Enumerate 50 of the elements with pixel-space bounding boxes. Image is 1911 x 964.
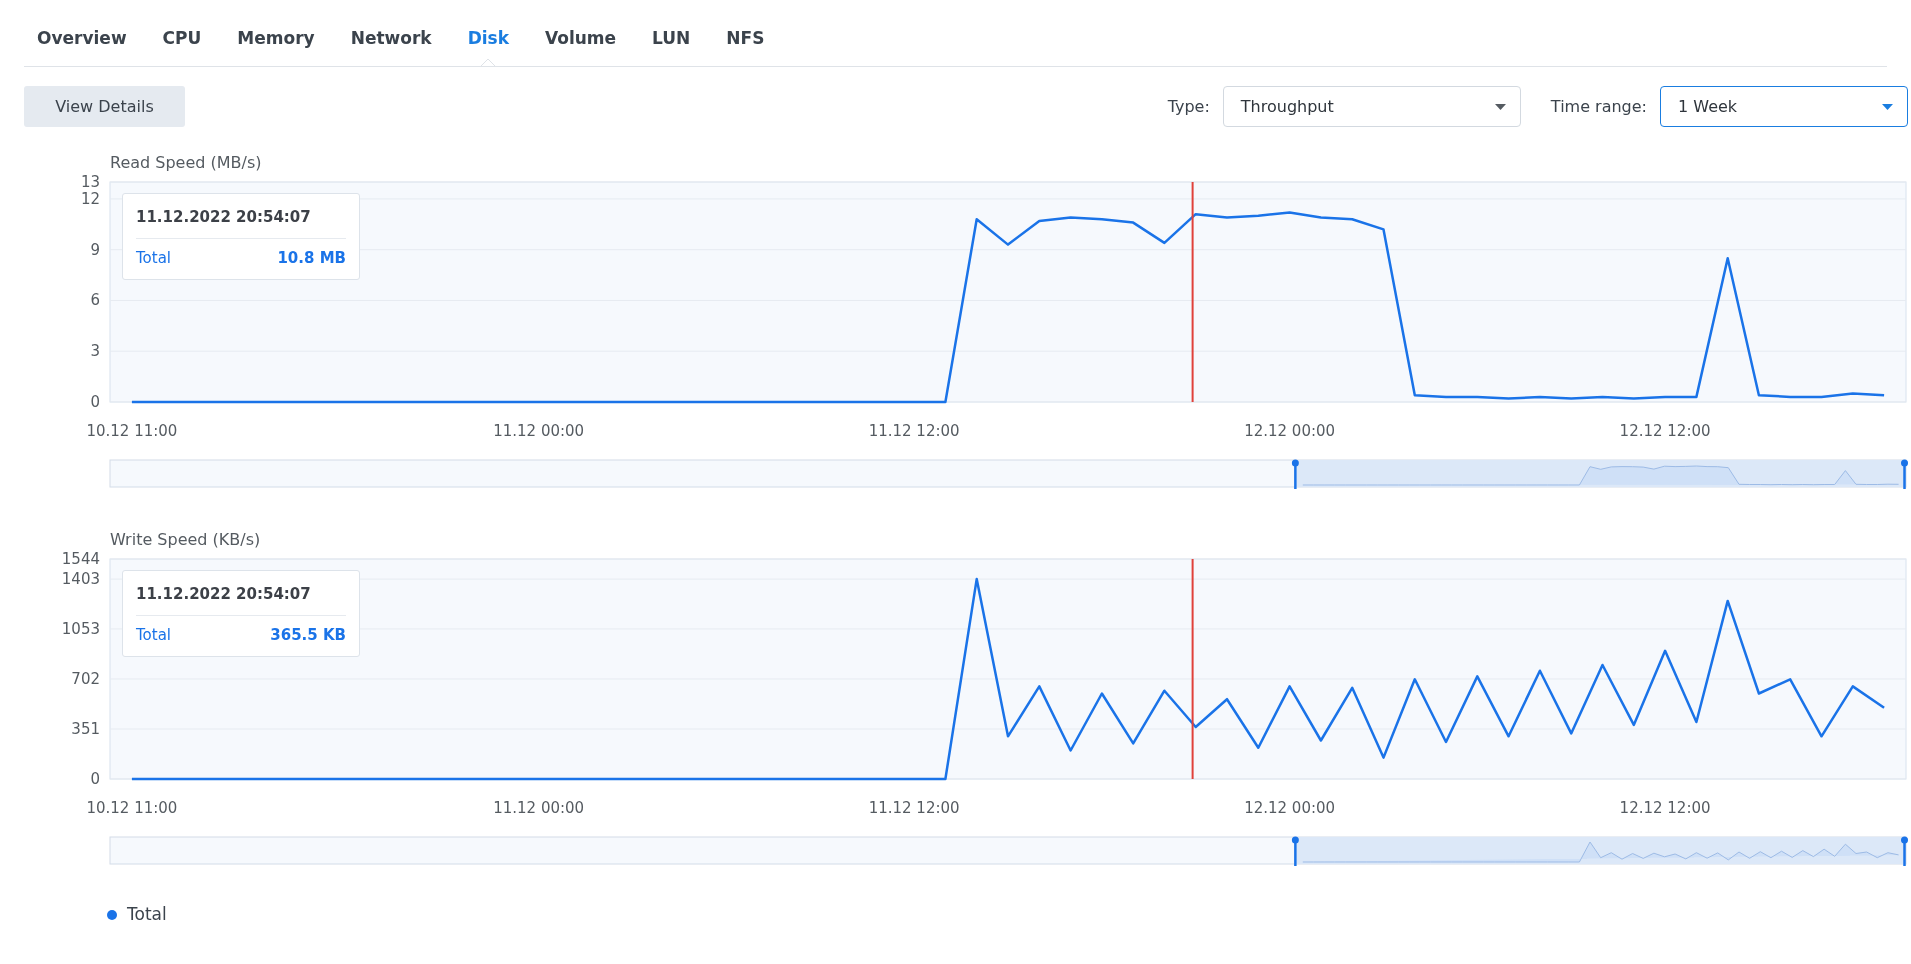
x-axis-label: 11.12 00:00 [493, 799, 585, 817]
legend-label: Total [127, 903, 167, 926]
y-axis-label: 3 [90, 342, 100, 361]
range-handle[interactable] [1901, 836, 1908, 866]
tooltip-time: 11.12.2022 20:54:07 [136, 206, 346, 239]
filter-label: Time range: [1550, 95, 1647, 118]
x-axis-label: 11.12 00:00 [493, 422, 585, 440]
caret-icon [1494, 103, 1506, 110]
x-axis-label: 10.12 11:00 [86, 422, 178, 440]
dropdown[interactable]: Throughput [1222, 86, 1521, 127]
x-axis-label: 12.12 12:00 [1619, 799, 1711, 817]
tab[interactable]: Overview [24, 0, 140, 66]
tooltip-label: Total [136, 624, 172, 646]
tab[interactable]: NFS [713, 0, 778, 66]
caret-icon [1882, 103, 1893, 110]
y-axis-label: 1403 [61, 570, 100, 589]
range-handle[interactable] [1291, 459, 1299, 489]
x-axis-label: 12.12 12:00 [1619, 422, 1711, 440]
x-axis-label: 10.12 11:00 [86, 799, 178, 817]
view-details-button[interactable]: View Details [24, 86, 185, 127]
y-axis-label: 6 [90, 291, 100, 310]
chart-title: Read Speed (MB/s) [110, 155, 262, 171]
y-axis-label: 13 [80, 174, 100, 191]
range-handle[interactable] [1901, 459, 1908, 489]
tooltip-value: 365.5 KB [270, 624, 346, 646]
tab[interactable]: Network [337, 0, 445, 66]
range-handle[interactable] [1291, 836, 1299, 866]
y-axis-label: 1544 [61, 551, 100, 568]
y-axis-label: 351 [71, 720, 100, 738]
chart-title: Write Speed (KB/s) [110, 532, 261, 548]
dropdown[interactable]: 1 Week [1660, 86, 1908, 127]
tooltip-time: 11.12.2022 20:54:07 [136, 583, 346, 616]
tooltip-label: Total [136, 247, 172, 269]
tab[interactable]: LUN [639, 0, 704, 66]
y-axis-label: 12 [80, 189, 100, 208]
y-axis-label: 1053 [61, 619, 100, 638]
tab[interactable]: CPU [149, 0, 215, 66]
y-axis-label: 0 [90, 770, 100, 788]
y-axis-label: 9 [90, 240, 100, 259]
x-axis-label: 12.12 00:00 [1244, 422, 1336, 440]
tab[interactable]: Disk [454, 0, 522, 66]
x-axis-label: 11.12 12:00 [868, 422, 960, 440]
tab[interactable]: Volume [532, 0, 630, 66]
tooltip-value: 10.8 MB [277, 247, 346, 269]
filter-label: Type: [1167, 95, 1210, 118]
tab[interactable]: Memory [224, 0, 328, 66]
y-axis-label: 0 [90, 393, 100, 411]
x-axis-label: 12.12 00:00 [1244, 799, 1336, 817]
x-axis-label: 11.12 12:00 [868, 799, 960, 817]
y-axis-label: 702 [71, 669, 100, 688]
